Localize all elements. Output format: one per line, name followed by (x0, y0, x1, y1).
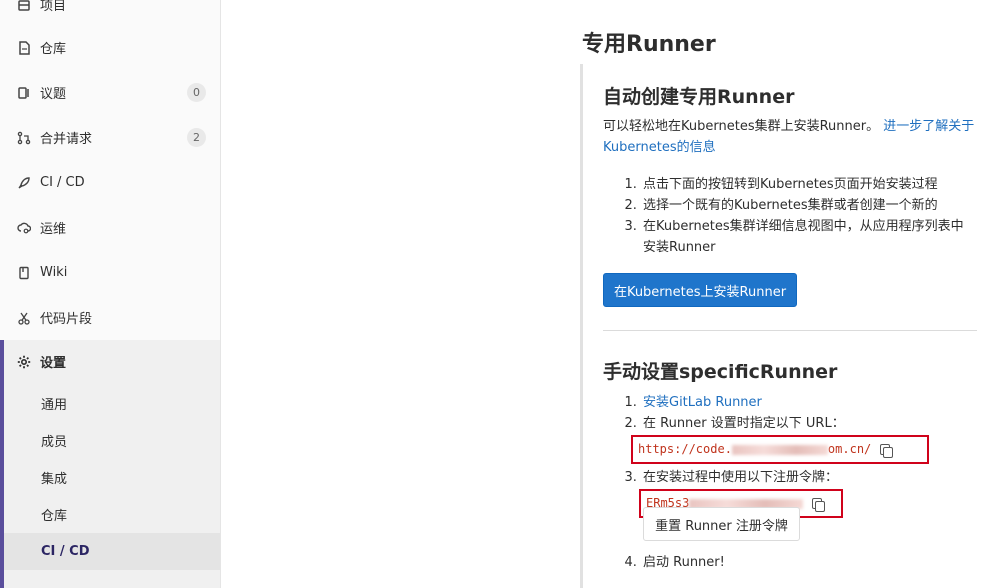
cloud-gear-icon (16, 220, 32, 236)
page-title: 专用Runner (582, 32, 716, 57)
issues-count-badge: 0 (187, 83, 206, 102)
sidebar-item-snippets[interactable]: 代码片段 (0, 295, 220, 340)
sidebar: 项目 仓库 议题 0 合并请求 2 CI / CD 运维 Wiki 代码片段 设… (0, 0, 221, 588)
sidebar-item-label: 合并请求 (40, 132, 93, 147)
redacted-text (731, 444, 828, 455)
reset-registration-token-button[interactable]: 重置 Runner 注册令牌 (643, 507, 800, 541)
sidebar-item-operations[interactable]: 运维 (0, 205, 220, 250)
rocket-icon (16, 175, 32, 191)
sidebar-item-label: 仓库 (40, 42, 67, 57)
install-runner-on-kubernetes-button[interactable]: 在Kubernetes上安装Runner (603, 273, 797, 307)
settings-subitem-general[interactable]: 通用 (4, 385, 220, 422)
scissors-icon (16, 310, 32, 326)
auto-setup-steps: 点击下面的按钮转到Kubernetes页面开始安装过程 选择一个既有的Kuber… (623, 174, 968, 258)
sidebar-item-ci-cd[interactable]: CI / CD (0, 160, 220, 205)
runner-panel: 自动创建专用Runner 可以轻松地在Kubernetes集群上安装Runner… (580, 64, 990, 588)
file-icon (16, 40, 32, 56)
book-icon (16, 265, 32, 281)
gear-icon (16, 354, 32, 370)
auto-setup-intro: 可以轻松地在Kubernetes集群上安装Runner。 进一步了解关于Kube… (603, 116, 981, 158)
settings-subitem-integrations[interactable]: 集成 (4, 459, 220, 496)
sidebar-item-label: CI / CD (40, 175, 85, 190)
issues-icon (16, 85, 32, 101)
sidebar-item-label: 代码片段 (40, 312, 93, 327)
sidebar-settings-section: 设置 通用 成员 集成 仓库 CI / CD (0, 340, 220, 588)
sidebar-item-settings[interactable]: 设置 (16, 352, 66, 371)
manual-setup-steps-continued: 启动 Runner! (623, 552, 968, 573)
settings-subitem-members[interactable]: 成员 (4, 422, 220, 459)
url-prefix: https://code. (638, 442, 732, 456)
settings-subitem-ci-cd[interactable]: CI / CD (4, 533, 220, 570)
copy-icon[interactable] (811, 497, 826, 512)
runner-url-code[interactable]: https://code. om.cn/ (631, 435, 929, 464)
copy-icon[interactable] (879, 443, 894, 458)
sidebar-item-label: 项目 (40, 0, 67, 14)
url-suffix: om.cn/ (827, 442, 872, 456)
sidebar-item-merge-requests[interactable]: 合并请求 2 (0, 115, 220, 160)
auto-setup-heading: 自动创建专用Runner (603, 86, 795, 108)
section-divider (603, 330, 977, 331)
list-item: 点击下面的按钮转到Kubernetes页面开始安装过程 (641, 174, 968, 195)
list-item: 在Kubernetes集群详细信息视图中，从应用程序列表中安装Runner (641, 216, 968, 258)
list-item: 启动 Runner! (641, 552, 968, 573)
project-icon (16, 0, 32, 13)
manual-setup-steps: 安装GitLab Runner 在 Runner 设置时指定以下 URL： ht… (623, 392, 973, 518)
step-token-text: 在安装过程中使用以下注册令牌： (643, 470, 839, 485)
manual-setup-heading: 手动设置specificRunner (603, 361, 838, 383)
step-url-text: 在 Runner 设置时指定以下 URL： (643, 416, 845, 431)
sidebar-item-label: 议题 (40, 87, 67, 102)
sidebar-item-label: 运维 (40, 222, 67, 237)
sidebar-item-repository[interactable]: 仓库 (0, 25, 220, 70)
sidebar-item-project[interactable]: 项目 (0, 0, 220, 27)
intro-text: 可以轻松地在Kubernetes集群上安装Runner。 (603, 119, 880, 134)
list-item: 在 Runner 设置时指定以下 URL： https://code. om.c… (631, 413, 973, 464)
sidebar-item-issues[interactable]: 议题 0 (0, 70, 220, 115)
merge-requests-count-badge: 2 (187, 128, 206, 147)
list-item: 选择一个既有的Kubernetes集群或者创建一个新的 (641, 195, 968, 216)
settings-subitem-repository[interactable]: 仓库 (4, 496, 220, 533)
merge-request-icon (16, 130, 32, 146)
sidebar-settings-label: 设置 (40, 356, 67, 371)
sidebar-item-label: Wiki (40, 265, 68, 280)
sidebar-item-wiki[interactable]: Wiki (0, 250, 220, 295)
install-gitlab-runner-link[interactable]: 安装GitLab Runner (643, 395, 762, 410)
list-item: 安装GitLab Runner (641, 392, 973, 413)
